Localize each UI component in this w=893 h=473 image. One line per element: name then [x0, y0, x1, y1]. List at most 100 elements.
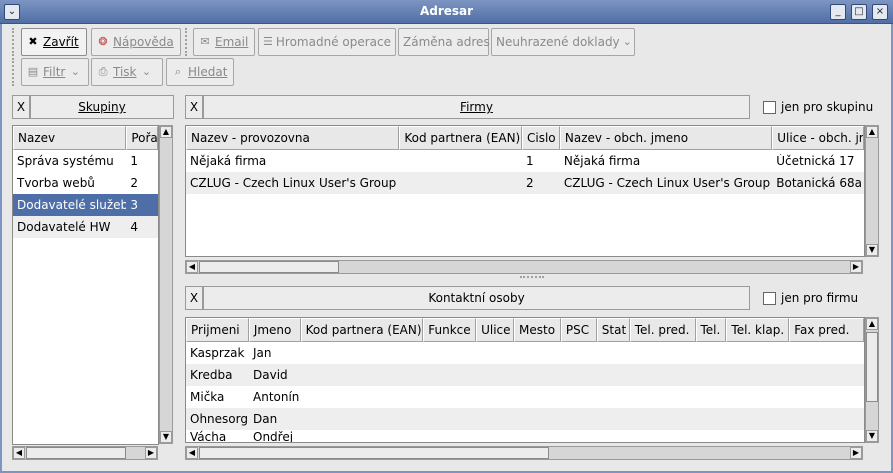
firms-col-name[interactable]: Nazev - provozovna: [186, 126, 400, 150]
groups-row[interactable]: Tvorba webů 2: [13, 172, 158, 194]
contacts-row[interactable]: Vácha Ondřej: [186, 430, 864, 442]
firms-header-button[interactable]: Firmy: [203, 95, 750, 119]
contacts-col-country[interactable]: Stat: [596, 318, 630, 342]
groups-row[interactable]: Dodavatelé HW 4: [13, 216, 158, 238]
groups-horizontal-scrollbar[interactable]: ◀ ▶: [12, 446, 158, 460]
contact-firstname: Antonín: [253, 390, 300, 404]
scroll-right-icon[interactable]: ▶: [850, 447, 862, 459]
groups-header-button[interactable]: Skupiny: [30, 95, 174, 119]
scrollbar-thumb[interactable]: [199, 447, 549, 459]
groups-vertical-scrollbar[interactable]: ▲ ▼: [159, 125, 173, 444]
close-window-icon[interactable]: ×: [872, 4, 888, 20]
toolbar-grip[interactable]: [12, 28, 18, 56]
firm-number: 1: [526, 154, 534, 168]
firms-vertical-scrollbar[interactable]: ▲ ▼: [865, 125, 879, 257]
filter-dropdown[interactable]: ▤ Filtr ⌄: [21, 58, 89, 86]
firms-col-ean[interactable]: Kod partnera (EAN): [399, 126, 522, 150]
group-order: 4: [130, 220, 138, 234]
email-icon: ✉: [200, 35, 210, 48]
group-name: Tvorba webů: [17, 176, 95, 190]
contacts-row[interactable]: Ohnesorg Dan: [186, 408, 864, 430]
contacts-col-city[interactable]: Mesto: [514, 318, 561, 342]
firms-title: Firmy: [460, 100, 493, 114]
firms-only-group-checkbox[interactable]: jen pro skupinu: [763, 100, 873, 114]
checkbox-box[interactable]: [763, 100, 776, 114]
title-bar[interactable]: ⌄ Adresar _ □ ×: [0, 0, 893, 24]
scrollbar-thumb[interactable]: [199, 261, 339, 273]
contacts-col-zip[interactable]: PSC: [560, 318, 597, 342]
contacts-horizontal-scrollbar[interactable]: ◀ ▶: [185, 446, 863, 460]
contacts-col-ean[interactable]: Kod partnera (EAN): [300, 318, 424, 342]
contact-firstname: Jan: [253, 346, 272, 360]
contacts-row[interactable]: Kredba David: [186, 364, 864, 386]
contacts-header-button[interactable]: Kontaktní osoby: [203, 286, 750, 310]
unpaid-documents-dropdown[interactable]: Neuhrazené doklady ⌄: [491, 28, 635, 56]
scroll-down-icon[interactable]: ▼: [160, 431, 172, 443]
contacts-table[interactable]: Prijmeni Jmeno Kod partnera (EAN) Funkce…: [185, 317, 865, 443]
firms-col-number[interactable]: Cislo: [522, 126, 560, 150]
groups-row-selected[interactable]: Dodavatelé služeb 3: [13, 194, 158, 216]
scroll-up-icon[interactable]: ▲: [866, 126, 878, 138]
toolbar-grip[interactable]: [12, 58, 18, 86]
contacts-col-phone[interactable]: Tel.: [695, 318, 727, 342]
contacts-col-function[interactable]: Funkce: [423, 318, 477, 342]
groups-row[interactable]: Správa systému 1: [13, 150, 158, 172]
firms-clear-button[interactable]: X: [185, 95, 203, 119]
firms-row[interactable]: CZLUG - Czech Linux User's Group 2 CZLUG…: [186, 172, 864, 194]
firm-name: Nějaká firma: [190, 154, 267, 168]
scroll-left-icon[interactable]: ◀: [13, 447, 25, 459]
scroll-down-icon[interactable]: ▼: [866, 244, 878, 256]
contacts-vertical-scrollbar[interactable]: ▲ ▼: [865, 317, 879, 443]
checkbox-box[interactable]: [763, 291, 776, 305]
contact-surname: Kasprzak: [190, 346, 245, 360]
groups-clear-button[interactable]: X: [12, 95, 30, 119]
group-name: Dodavatelé HW: [17, 220, 111, 234]
unpaid-documents-label: Neuhrazené doklady: [496, 35, 620, 49]
scroll-up-icon[interactable]: ▲: [160, 126, 172, 138]
email-button[interactable]: ✉ Email: [193, 28, 255, 56]
contacts-col-extension[interactable]: Tel. klap.: [726, 318, 790, 342]
scrollbar-thumb[interactable]: [26, 447, 126, 459]
contact-firstname: Dan: [253, 412, 278, 426]
firm-street: Účetnická 17: [776, 154, 855, 168]
contacts-clear-button[interactable]: X: [185, 286, 203, 310]
groups-col-order[interactable]: Pořa: [126, 126, 158, 150]
firms-table[interactable]: Nazev - provozovna Kod partnera (EAN) Ci…: [185, 125, 865, 257]
pane-splitter-handle[interactable]: [520, 276, 544, 282]
scroll-left-icon[interactable]: ◀: [186, 447, 198, 459]
contact-firstname: Ondřej: [253, 430, 294, 443]
print-dropdown[interactable]: ⎙ Tisk ⌄: [91, 58, 163, 86]
scroll-right-icon[interactable]: ▶: [850, 261, 862, 273]
scrollbar-thumb[interactable]: [866, 332, 878, 402]
groups-table[interactable]: Nazev Pořa Správa systému 1 Tvorba webů …: [12, 125, 159, 445]
contacts-col-phone-prefix[interactable]: Tel. pred.: [629, 318, 696, 342]
groups-col-name[interactable]: Nazev: [13, 126, 127, 150]
search-button[interactable]: ⌕ Hledat: [166, 58, 234, 86]
bulk-operations-button[interactable]: ☰ Hromadné operace: [258, 28, 396, 56]
contacts-col-fax-prefix[interactable]: Fax pred.: [789, 318, 864, 342]
contacts-only-firm-checkbox[interactable]: jen pro firmu: [763, 291, 858, 305]
maximize-icon[interactable]: □: [851, 4, 867, 20]
help-button[interactable]: ❂ Nápověda: [91, 28, 181, 56]
close-button[interactable]: ✖ Zavřít: [21, 28, 87, 56]
firms-col-trade-name[interactable]: Nazev - obch. jmeno: [559, 126, 773, 150]
scroll-up-icon[interactable]: ▲: [866, 318, 878, 330]
chevron-down-icon: ⌄: [141, 65, 152, 78]
firms-horizontal-scrollbar[interactable]: ◀ ▶: [185, 260, 863, 274]
contacts-clear-label: X: [189, 291, 199, 305]
contacts-col-surname[interactable]: Prijmeni: [186, 318, 249, 342]
minimize-icon[interactable]: _: [830, 4, 846, 20]
contacts-col-firstname[interactable]: Jmeno: [248, 318, 301, 342]
close-button-label: Zavřít: [43, 35, 79, 49]
firm-number: 2: [526, 176, 534, 190]
firms-col-street[interactable]: Ulice - obch. jr: [772, 126, 864, 150]
firms-row[interactable]: Nějaká firma 1 Nějaká firma Účetnická 17: [186, 150, 864, 172]
scroll-down-icon[interactable]: ▼: [866, 430, 878, 442]
contacts-row[interactable]: Kasprzak Jan: [186, 342, 864, 364]
chevron-down-icon: ⌄: [622, 35, 632, 48]
scroll-right-icon[interactable]: ▶: [145, 447, 157, 459]
contacts-col-street[interactable]: Ulice: [476, 318, 514, 342]
scroll-left-icon[interactable]: ◀: [186, 261, 198, 273]
contacts-row[interactable]: Mička Antonín: [186, 386, 864, 408]
swap-addresses-button[interactable]: Záměna adres: [398, 28, 490, 56]
